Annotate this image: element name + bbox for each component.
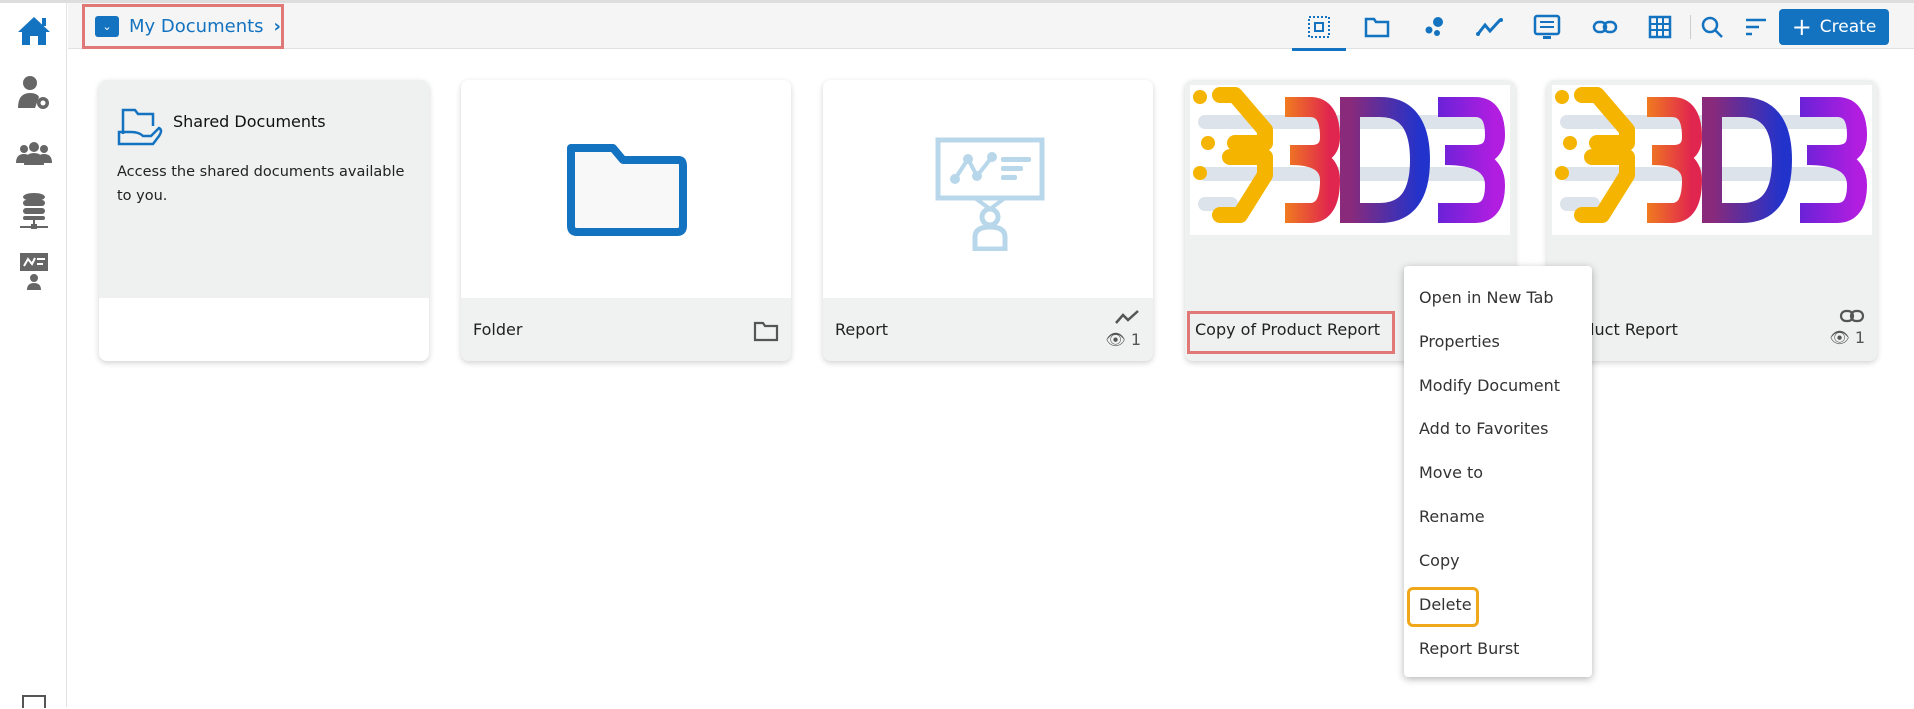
- menu-item-properties[interactable]: Properties: [1419, 330, 1500, 354]
- filter-folder-button[interactable]: [1360, 11, 1394, 43]
- scatter-icon: [1425, 17, 1443, 36]
- filter-all-button[interactable]: [1292, 11, 1346, 51]
- create-label: Create: [1819, 17, 1877, 37]
- sidebar-item-report-presenter[interactable]: [14, 251, 54, 291]
- breadcrumb-highlight: [82, 4, 284, 49]
- plus-icon: +: [1791, 13, 1812, 41]
- search-icon: [1701, 16, 1723, 38]
- link-icon: [1592, 20, 1618, 34]
- view-count: 1: [1130, 330, 1141, 349]
- sidebar-item-user-settings[interactable]: [14, 73, 54, 113]
- database-network-icon: [20, 193, 48, 229]
- user-gear-icon: [18, 76, 49, 109]
- copy-of-product-report-highlight: [1187, 311, 1395, 354]
- folder-card[interactable]: Folder: [461, 80, 791, 361]
- product-logo-thumbnail: [1190, 85, 1510, 235]
- card-description: Access the shared documents available to…: [117, 164, 405, 204]
- folder-icon: [753, 321, 779, 342]
- eye-icon: 👁: [1829, 328, 1850, 347]
- menu-item-report-burst[interactable]: Report Burst: [1419, 637, 1519, 661]
- sort-icon: [1746, 18, 1766, 36]
- filter-link-button[interactable]: [1588, 11, 1622, 43]
- report-presenter-thumbnail: [935, 137, 1045, 251]
- select-all-icon: [1308, 16, 1330, 38]
- sort-button[interactable]: [1739, 11, 1773, 43]
- filter-scatter-button[interactable]: [1418, 11, 1452, 43]
- link-icon: [1839, 309, 1865, 323]
- eye-icon: 👁: [1105, 330, 1126, 349]
- menu-item-delete[interactable]: Delete: [1419, 593, 1472, 617]
- users-icon: [16, 142, 52, 165]
- filter-line-chart-button[interactable]: [1473, 11, 1507, 43]
- product-report-card[interactable]: Product Report 👁 1: [1547, 80, 1877, 361]
- grid-icon: [1648, 15, 1672, 39]
- menu-item-modify-document[interactable]: Modify Document: [1419, 374, 1560, 398]
- create-button[interactable]: + Create: [1779, 9, 1889, 45]
- sidebar-item-users[interactable]: [14, 134, 54, 174]
- sidebar-item-bottom[interactable]: [14, 691, 54, 709]
- menu-item-open-in-new-tab[interactable]: Open in New Tab: [1419, 286, 1554, 310]
- folder-thumbnail-icon: [567, 144, 687, 236]
- sidebar-item-data-connectors[interactable]: [14, 191, 54, 231]
- toolbar-divider: [1690, 15, 1691, 39]
- menu-item-add-to-favorites[interactable]: Add to Favorites: [1419, 417, 1548, 441]
- panel-icon: [22, 695, 46, 708]
- home-icon: [18, 17, 50, 45]
- view-count: 1: [1854, 328, 1865, 347]
- sidebar-item-home[interactable]: [14, 11, 54, 51]
- sidebar: [0, 3, 67, 709]
- menu-item-move-to[interactable]: Move to: [1419, 461, 1483, 485]
- top-bar: ⌄ My Documents › + Create: [68, 3, 1914, 51]
- shared-documents-card[interactable]: Shared Documents Access the shared docum…: [99, 80, 429, 361]
- context-menu: Open in New Tab Properties Modify Docume…: [1404, 266, 1592, 677]
- menu-item-rename[interactable]: Rename: [1419, 505, 1485, 529]
- shared-folder-hand-icon: [117, 108, 163, 146]
- menu-item-copy[interactable]: Copy: [1419, 549, 1460, 573]
- folder-icon: [1364, 17, 1390, 38]
- presenter-icon: [20, 253, 48, 290]
- card-name: Report: [835, 320, 889, 339]
- filter-grid-button[interactable]: [1643, 11, 1677, 43]
- line-chart-icon: [1115, 310, 1139, 324]
- line-chart-icon: [1476, 18, 1503, 36]
- filter-presentation-button[interactable]: [1530, 11, 1564, 43]
- card-title: Shared Documents: [173, 112, 326, 131]
- product-logo-thumbnail: [1552, 85, 1872, 235]
- card-name: Folder: [473, 320, 523, 339]
- report-card[interactable]: Report 👁 1: [823, 80, 1153, 361]
- presentation-icon: [1533, 14, 1561, 39]
- search-button[interactable]: [1695, 11, 1729, 43]
